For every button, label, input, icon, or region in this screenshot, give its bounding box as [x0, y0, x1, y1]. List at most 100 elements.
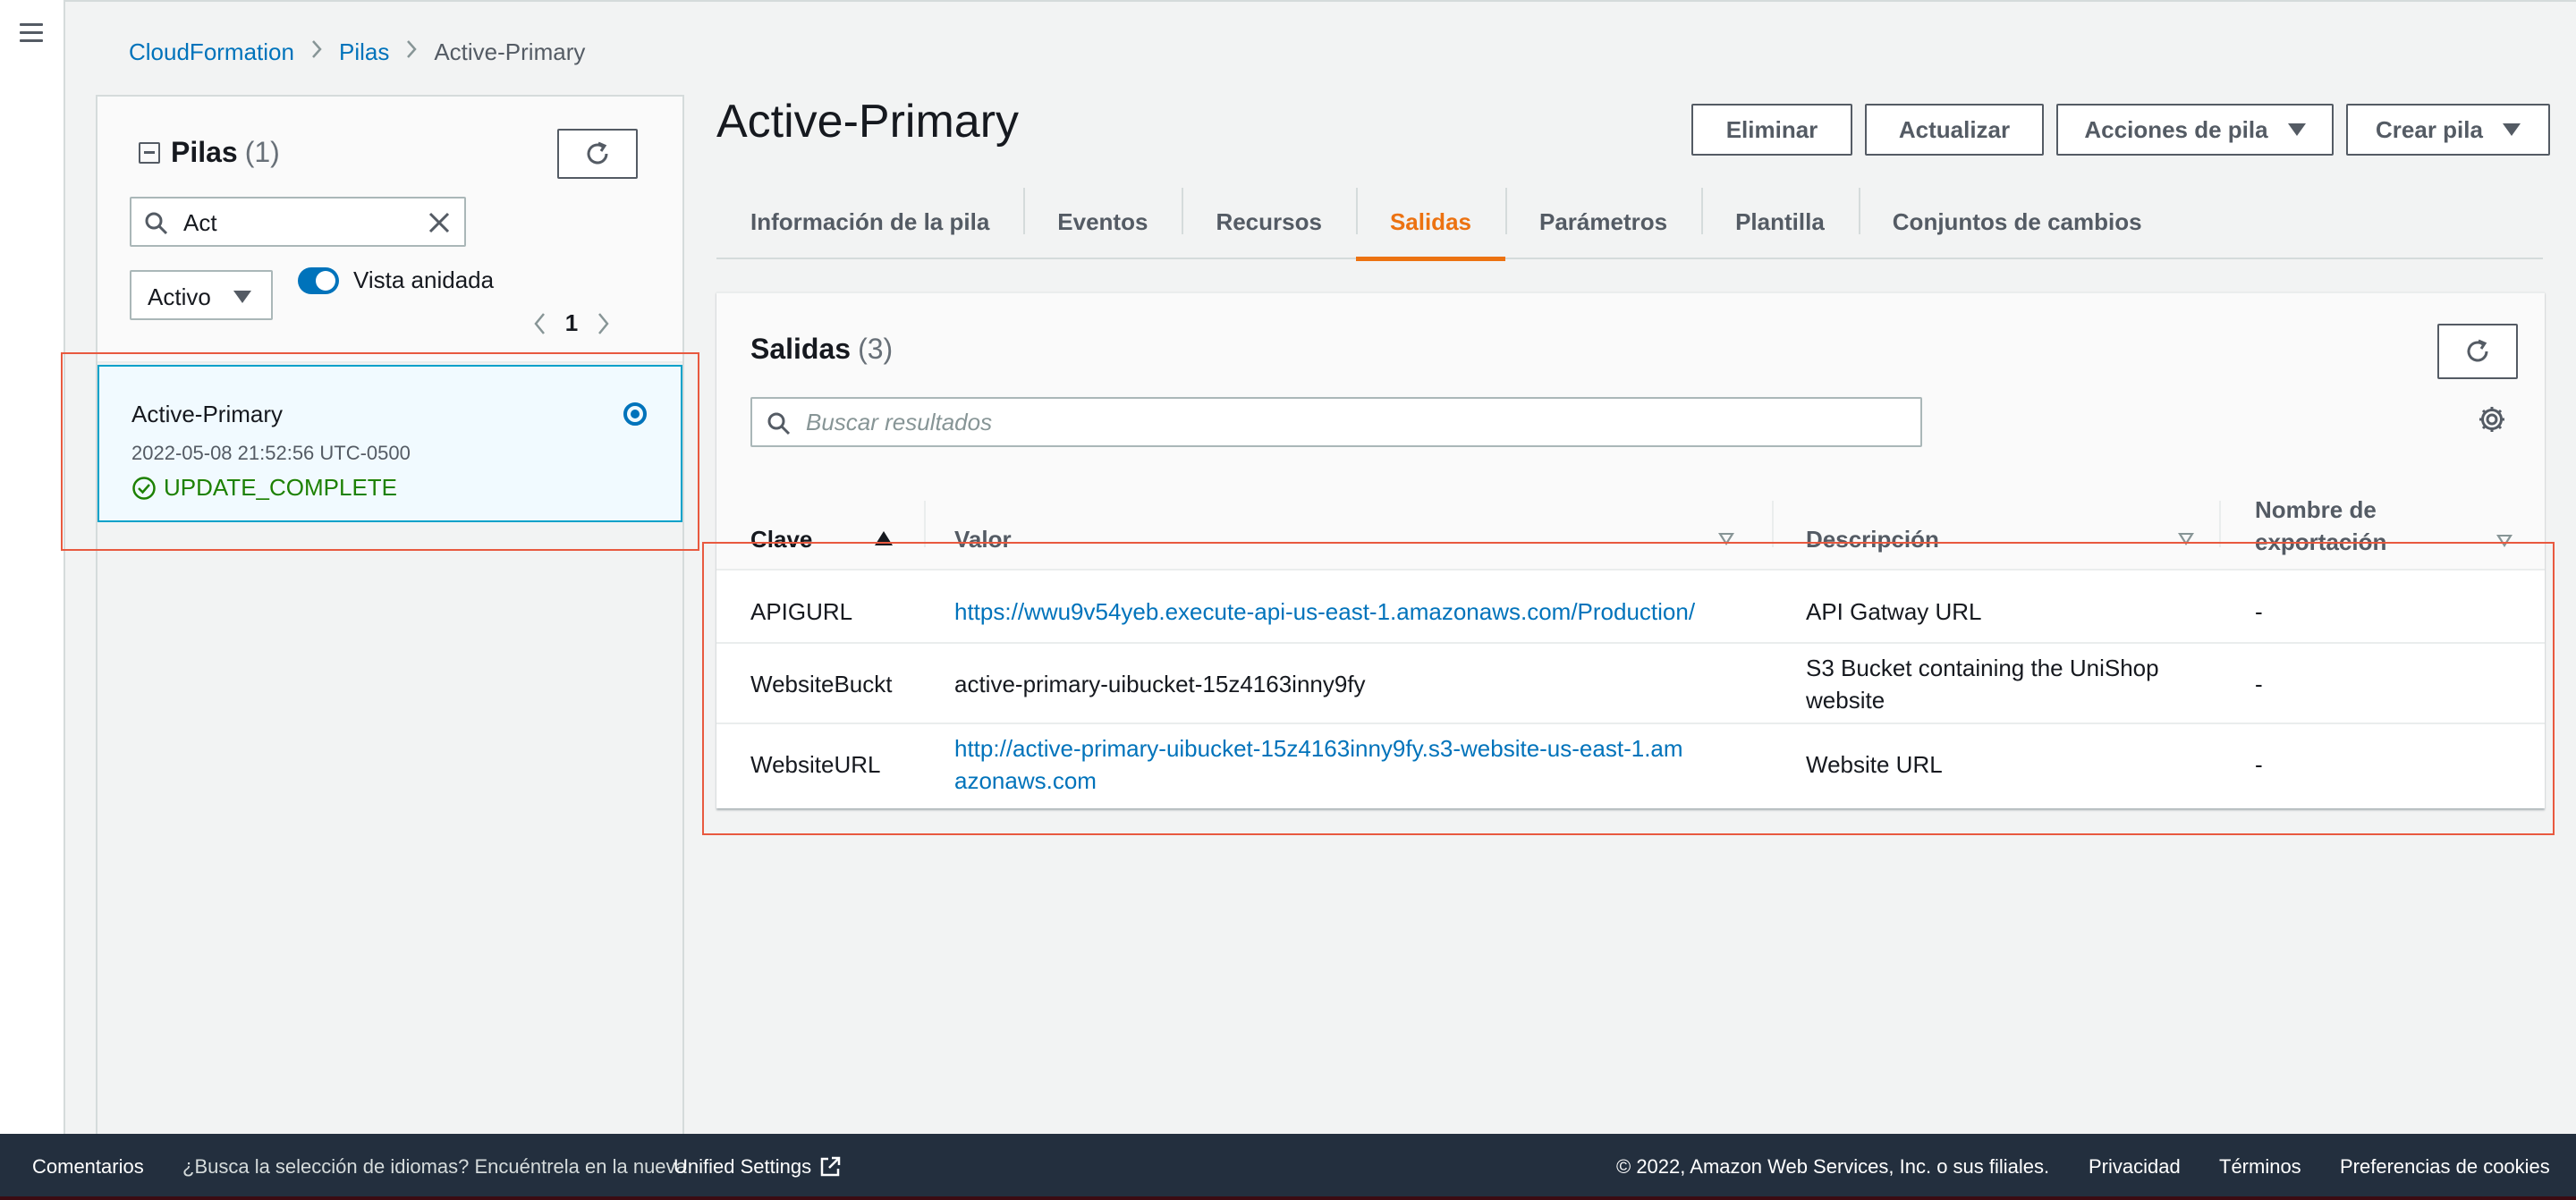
nested-view-toggle[interactable]: Vista anidada — [298, 266, 494, 294]
stack-name: Active-Primary — [131, 401, 284, 427]
output-export: - — [2255, 671, 2263, 697]
stack-search-input[interactable]: Act — [130, 197, 466, 247]
update-button[interactable]: Actualizar — [1865, 104, 2044, 156]
status-filter-value: Activo — [148, 283, 211, 310]
column-header-description[interactable]: Descripción — [1806, 526, 1939, 554]
page-title: Active-Primary — [716, 96, 1020, 148]
page-number[interactable]: 1 — [554, 309, 589, 337]
create-stack-label: Crear pila — [2376, 115, 2483, 143]
outputs-container: Salidas (3) Clave Valor — [716, 292, 2545, 808]
column-header-value[interactable]: Valor — [954, 526, 1012, 554]
output-key: WebsiteBuckt — [750, 671, 893, 697]
unified-settings-link[interactable]: Unified Settings — [674, 1155, 842, 1179]
outputs-heading: Salidas (3) — [750, 333, 893, 366]
output-value: active-primary-uibucket-15z4163inny9fy — [954, 671, 1366, 697]
terms-link[interactable]: Términos — [2219, 1155, 2301, 1179]
table-header: Clave Valor Descripción Nombre de export… — [716, 472, 2545, 570]
table-row: APIGURL https://wwu9v54yeb.execute-api-u… — [716, 579, 2545, 644]
tab-template[interactable]: Plantilla — [1701, 184, 1859, 259]
tab-parameters[interactable]: Parámetros — [1505, 184, 1701, 259]
hamburger-menu-icon[interactable] — [18, 20, 45, 46]
privacy-link[interactable]: Privacidad — [2089, 1155, 2181, 1179]
external-link-icon — [820, 1156, 841, 1177]
caret-down-icon — [2287, 123, 2306, 136]
collapse-icon[interactable] — [139, 141, 160, 164]
tab-events[interactable]: Eventos — [1023, 184, 1182, 259]
refresh-icon — [587, 141, 608, 165]
stack-date: 2022-05-08 21:52:56 UTC-0500 — [131, 442, 411, 464]
tab-stack-info[interactable]: Información de la pila — [716, 184, 1023, 259]
search-icon — [767, 411, 792, 443]
output-value-link[interactable]: http://active-primary-uibucket-15z4163in… — [954, 732, 1688, 797]
search-icon — [144, 211, 169, 242]
stacks-panel: Pilas (1) Act Activo Vista anidada 1 Act… — [96, 95, 684, 1134]
next-page-icon[interactable] — [589, 310, 616, 337]
breadcrumb-pilas[interactable]: Pilas — [339, 38, 389, 66]
nested-view-label: Vista anidada — [353, 266, 495, 293]
bottom-edge — [0, 1196, 2576, 1200]
outputs-header: Salidas (3) — [716, 293, 2545, 472]
status-filter-select[interactable]: Activo — [130, 270, 273, 320]
create-stack-button[interactable]: Crear pila — [2346, 104, 2550, 156]
tab-change-sets[interactable]: Conjuntos de cambios — [1858, 184, 2176, 259]
column-header-key[interactable]: Clave — [750, 526, 812, 554]
footer: Comentarios ¿Busca la selección de idiom… — [0, 1134, 2576, 1200]
top-border — [0, 0, 2576, 2]
outputs-title: Salidas — [750, 333, 852, 365]
breadcrumb: CloudFormation Pilas Active-Primary — [129, 36, 585, 68]
table-row: WebsiteURL http://active-primary-uibucke… — [716, 724, 2545, 805]
stack-actions-label: Acciones de pila — [2084, 115, 2268, 143]
caret-down-icon — [233, 291, 251, 303]
caret-down-icon — [2502, 123, 2521, 136]
clear-icon[interactable] — [427, 210, 452, 241]
sort-ascending-icon[interactable] — [875, 531, 893, 545]
feedback-link[interactable]: Comentarios — [32, 1155, 144, 1179]
outputs-search-input[interactable] — [806, 408, 1906, 436]
refresh-icon — [2467, 339, 2488, 362]
copyright: © 2022, Amazon Web Services, Inc. o sus … — [1616, 1155, 2050, 1178]
sort-icon[interactable] — [2178, 533, 2194, 545]
column-header-export-name[interactable]: Nombre de exportación — [2255, 494, 2452, 558]
output-key: APIGURL — [750, 598, 853, 625]
stacks-heading: Pilas (1) — [139, 136, 280, 169]
breadcrumb-current: Active-Primary — [434, 38, 586, 65]
sort-icon[interactable] — [2496, 535, 2512, 547]
language-hint: ¿Busca la selección de idiomas? Encuéntr… — [182, 1155, 687, 1178]
stacks-refresh-button[interactable] — [557, 129, 638, 179]
stack-status: UPDATE_COMPLETE — [131, 474, 397, 502]
tab-outputs[interactable]: Salidas — [1355, 184, 1506, 261]
tabs: Información de la pila Eventos Recursos … — [716, 184, 2543, 261]
stacks-panel-header: Pilas (1) Act Activo Vista anidada 1 — [97, 95, 682, 363]
pagination: 1 — [527, 309, 616, 337]
cookie-preferences-link[interactable]: Preferencias de cookies — [2340, 1155, 2550, 1179]
output-export: - — [2255, 598, 2263, 625]
output-description: API Gatway URL — [1806, 598, 1982, 625]
unified-settings-label: Unified Settings — [674, 1155, 812, 1178]
stack-status-text: UPDATE_COMPLETE — [164, 474, 398, 501]
breadcrumb-separator-icon — [310, 39, 323, 65]
sort-icon[interactable] — [1718, 533, 1734, 545]
output-value-link[interactable]: https://wwu9v54yeb.execute-api-us-east-1… — [954, 596, 1695, 628]
success-check-icon — [132, 476, 156, 500]
stack-actions-button[interactable]: Acciones de pila — [2056, 104, 2334, 156]
breadcrumb-separator-icon — [405, 39, 418, 65]
stack-search-value: Act — [183, 209, 217, 236]
outputs-search-field[interactable] — [750, 397, 1922, 447]
output-export: - — [2255, 751, 2263, 778]
table-row: WebsiteBuckt active-primary-uibucket-15z… — [716, 644, 2545, 724]
output-description: Website URL — [1806, 751, 1943, 778]
gear-icon[interactable] — [2477, 404, 2507, 441]
previous-page-icon[interactable] — [527, 310, 554, 337]
stack-card[interactable]: Active-Primary 2022-05-08 21:52:56 UTC-0… — [97, 365, 682, 522]
tab-resources[interactable]: Recursos — [1182, 184, 1356, 259]
side-rail — [0, 0, 65, 1134]
stacks-count: (1) — [244, 136, 280, 168]
delete-button[interactable]: Eliminar — [1691, 104, 1852, 156]
breadcrumb-cloudformation[interactable]: CloudFormation — [129, 38, 294, 66]
output-description: S3 Bucket containing the UniShop website — [1806, 655, 2159, 714]
outputs-refresh-button[interactable] — [2437, 324, 2518, 379]
stack-radio-selected[interactable] — [623, 402, 647, 426]
outputs-count: (3) — [858, 333, 894, 365]
stacks-title: Pilas — [171, 136, 238, 168]
toggle-switch[interactable] — [298, 266, 339, 294]
